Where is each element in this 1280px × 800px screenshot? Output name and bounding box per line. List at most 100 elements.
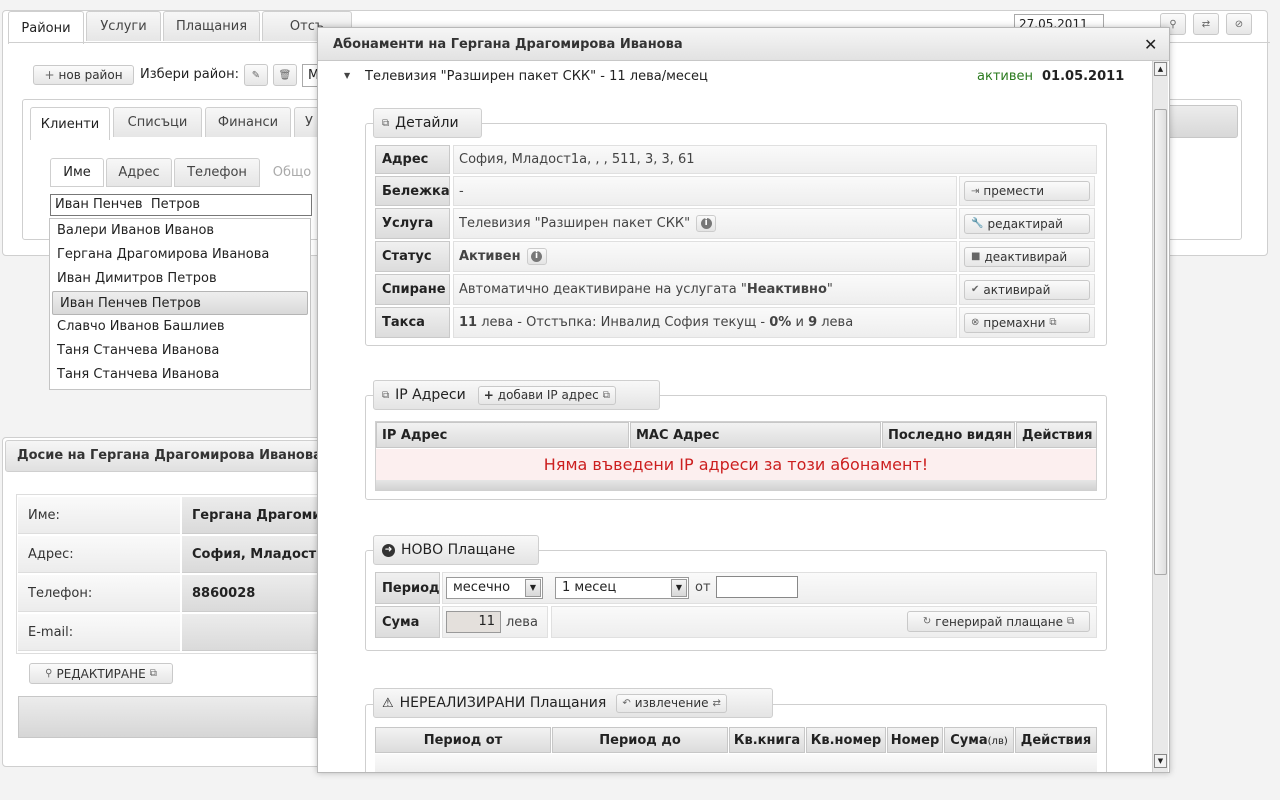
activate-button[interactable]: ✔ активирай: [964, 279, 1090, 300]
list-item-selected[interactable]: Иван Пенчев Петров: [52, 291, 308, 315]
window-icon: ⧉: [1066, 616, 1075, 627]
window-icon: ⧉: [382, 117, 390, 129]
details-label-address: Адрес: [375, 145, 450, 174]
inner-tabs: Клиенти Списъци Финанси У: [30, 107, 330, 141]
unrealized-row-partial: [375, 754, 1097, 772]
details-value-status: Активен i: [453, 241, 957, 272]
new-district-button[interactable]: + нов район: [33, 65, 134, 85]
details-action-status: ■ деактивирай: [959, 241, 1095, 272]
subscription-status: активен: [977, 69, 1033, 84]
modal-title: Абонаменти на Гергана Драгомирова Иванов…: [318, 28, 1169, 61]
payment-legend: ➜ НОВО Плащане: [373, 535, 539, 565]
subscription-header[interactable]: ▼ Телевизия "Разширен пакет СКК" - 11 ле…: [334, 68, 1142, 90]
payment-form: Период месечно ▼ 1 месец ▼ от Сума 11 ле…: [375, 572, 1097, 642]
list-item[interactable]: Иван Димитров Петров: [50, 267, 310, 291]
tab-services[interactable]: Услуги: [86, 11, 161, 41]
ip-table: IP Адрес MAC Адрес Последно видян Действ…: [375, 421, 1097, 491]
delete-district-button[interactable]: 🗑: [273, 64, 297, 86]
cancel-button[interactable]: ⊘: [1226, 13, 1252, 35]
dossier-label-address: Адрес:: [18, 536, 180, 573]
info-icon[interactable]: i: [526, 248, 547, 265]
stop-icon: ■: [971, 251, 981, 262]
dossier-label-email: E-mail:: [18, 614, 180, 651]
sum-input[interactable]: 11: [446, 611, 501, 633]
dossier-value-name: Гергана Драгоми: [182, 497, 322, 534]
search-tab-name[interactable]: Име: [50, 158, 104, 187]
extract-button[interactable]: ↶ извлечение ⇄: [616, 693, 727, 713]
window-icon: ⧉: [602, 389, 610, 401]
move-button[interactable]: ⇥ премести: [964, 181, 1090, 201]
ip-header-ip: IP Адрес: [376, 422, 629, 448]
unrealized-header-from: Период от: [375, 727, 551, 753]
list-item[interactable]: Таня Станчева Иванова: [50, 339, 310, 363]
details-action-fee: ⊗ премахни ⧉: [959, 307, 1095, 338]
subscription-date: 01.05.2011: [1042, 69, 1125, 84]
plus-icon: +: [483, 388, 494, 402]
period-length-select[interactable]: 1 месец ▼: [555, 577, 689, 599]
dossier-value-phone: 8860028: [182, 575, 322, 612]
generate-payment-button[interactable]: ↻ генерирай плащане ⧉: [907, 611, 1090, 632]
search-tab-address[interactable]: Адрес: [106, 158, 172, 187]
list-item[interactable]: Славчо Иванов Башлиев: [50, 315, 310, 339]
chevron-down-icon: ▼: [671, 579, 687, 597]
dossier-value-email: [182, 614, 322, 651]
subscriptions-modal: Абонаменти на Гергана Драгомирова Иванов…: [317, 27, 1170, 773]
dossier-edit-button[interactable]: ⚲ РЕДАКТИРАНЕ ⧉: [29, 663, 173, 684]
search-icon: ⚲: [1169, 18, 1177, 30]
details-legend: ⧉ Детайли: [373, 108, 482, 138]
close-icon[interactable]: ✕: [1144, 35, 1157, 54]
unrealized-header-receipt: Кв.номер: [806, 727, 886, 753]
from-date-input[interactable]: [716, 576, 798, 598]
dossier-value-address: София, Младост: [182, 536, 322, 573]
client-search-input[interactable]: Иван Пенчев Петров: [50, 194, 312, 216]
details-label-note: Бележка: [375, 176, 450, 206]
edit-district-button[interactable]: ✎: [244, 64, 268, 86]
wrench-icon: 🔧: [971, 218, 984, 229]
info-icon[interactable]: i: [696, 215, 717, 232]
details-value-service: Телевизия "Разширен пакет СКК" i: [453, 208, 957, 239]
tab-finance[interactable]: Финанси: [205, 107, 291, 137]
search-tab-total[interactable]: Общо: [262, 158, 322, 187]
ip-table-footer: [376, 480, 1096, 490]
caret-down-icon: ▼: [344, 71, 351, 80]
unrealized-header-actions: Действия: [1015, 727, 1097, 753]
tab-clients[interactable]: Клиенти: [30, 107, 110, 140]
tab-payments[interactable]: Плащания: [163, 11, 260, 41]
tab-lists[interactable]: Списъци: [113, 107, 202, 137]
list-item[interactable]: Гергана Драгомирова Иванова: [50, 243, 310, 267]
remove-fee-button[interactable]: ⊗ премахни ⧉: [964, 312, 1090, 333]
details-label-status: Статус: [375, 241, 450, 272]
scroll-down-arrow[interactable]: ▼: [1154, 754, 1167, 768]
list-item[interactable]: Таня Станчева Иванова: [50, 363, 310, 387]
details-value-fee: 11 лева - Отстъпка: Инвалид София текущ …: [453, 307, 957, 338]
payment-label-period: Период: [375, 572, 440, 604]
refresh-icon: ↻: [922, 616, 932, 627]
ip-empty-message: Няма въведени IP адреси за този абонамен…: [376, 449, 1096, 480]
list-item[interactable]: Валери Иванов Иванов: [50, 219, 310, 243]
dossier-label-name: Име:: [18, 497, 180, 534]
tab-districts[interactable]: Райони: [8, 11, 84, 44]
swap-button[interactable]: ⇄: [1193, 13, 1219, 35]
edit-service-button[interactable]: 🔧 редактирай: [964, 213, 1090, 234]
search-tab-phone[interactable]: Телефон: [174, 158, 260, 187]
ip-header-last-seen: Последно видян: [882, 422, 1015, 448]
details-value-note: -: [453, 176, 957, 206]
period-type-select[interactable]: месечно ▼: [446, 577, 543, 599]
ip-header-actions: Действия: [1016, 422, 1097, 448]
unrealized-legend: ⚠ НЕРЕАЛИЗИРАНИ Плащания ↶ извлечение ⇄: [373, 688, 773, 718]
details-label-stop: Спиране: [375, 274, 450, 305]
dossier-footer-bar: [18, 696, 328, 738]
modal-scrollbar[interactable]: ▲ ▼: [1152, 61, 1168, 772]
currency-label: лева: [506, 615, 538, 630]
scroll-thumb[interactable]: [1154, 109, 1167, 575]
add-ip-button[interactable]: + добави IP адрес ⧉: [477, 385, 616, 405]
scroll-up-arrow[interactable]: ▲: [1154, 62, 1167, 76]
inner-tab-bar-right: [1160, 105, 1238, 138]
deactivate-button[interactable]: ■ деактивирай: [964, 246, 1090, 267]
from-label: от: [695, 580, 711, 595]
unrealized-header-sum: Сума(лв): [944, 727, 1014, 753]
search-tabs: Име Адрес Телефон Общо: [50, 158, 320, 187]
dossier-title: Досие на Гергана Драгомирова Иванова: [17, 448, 322, 463]
window-icon: ⧉: [1049, 317, 1057, 328]
choose-district-label: Избери район:: [140, 67, 239, 82]
